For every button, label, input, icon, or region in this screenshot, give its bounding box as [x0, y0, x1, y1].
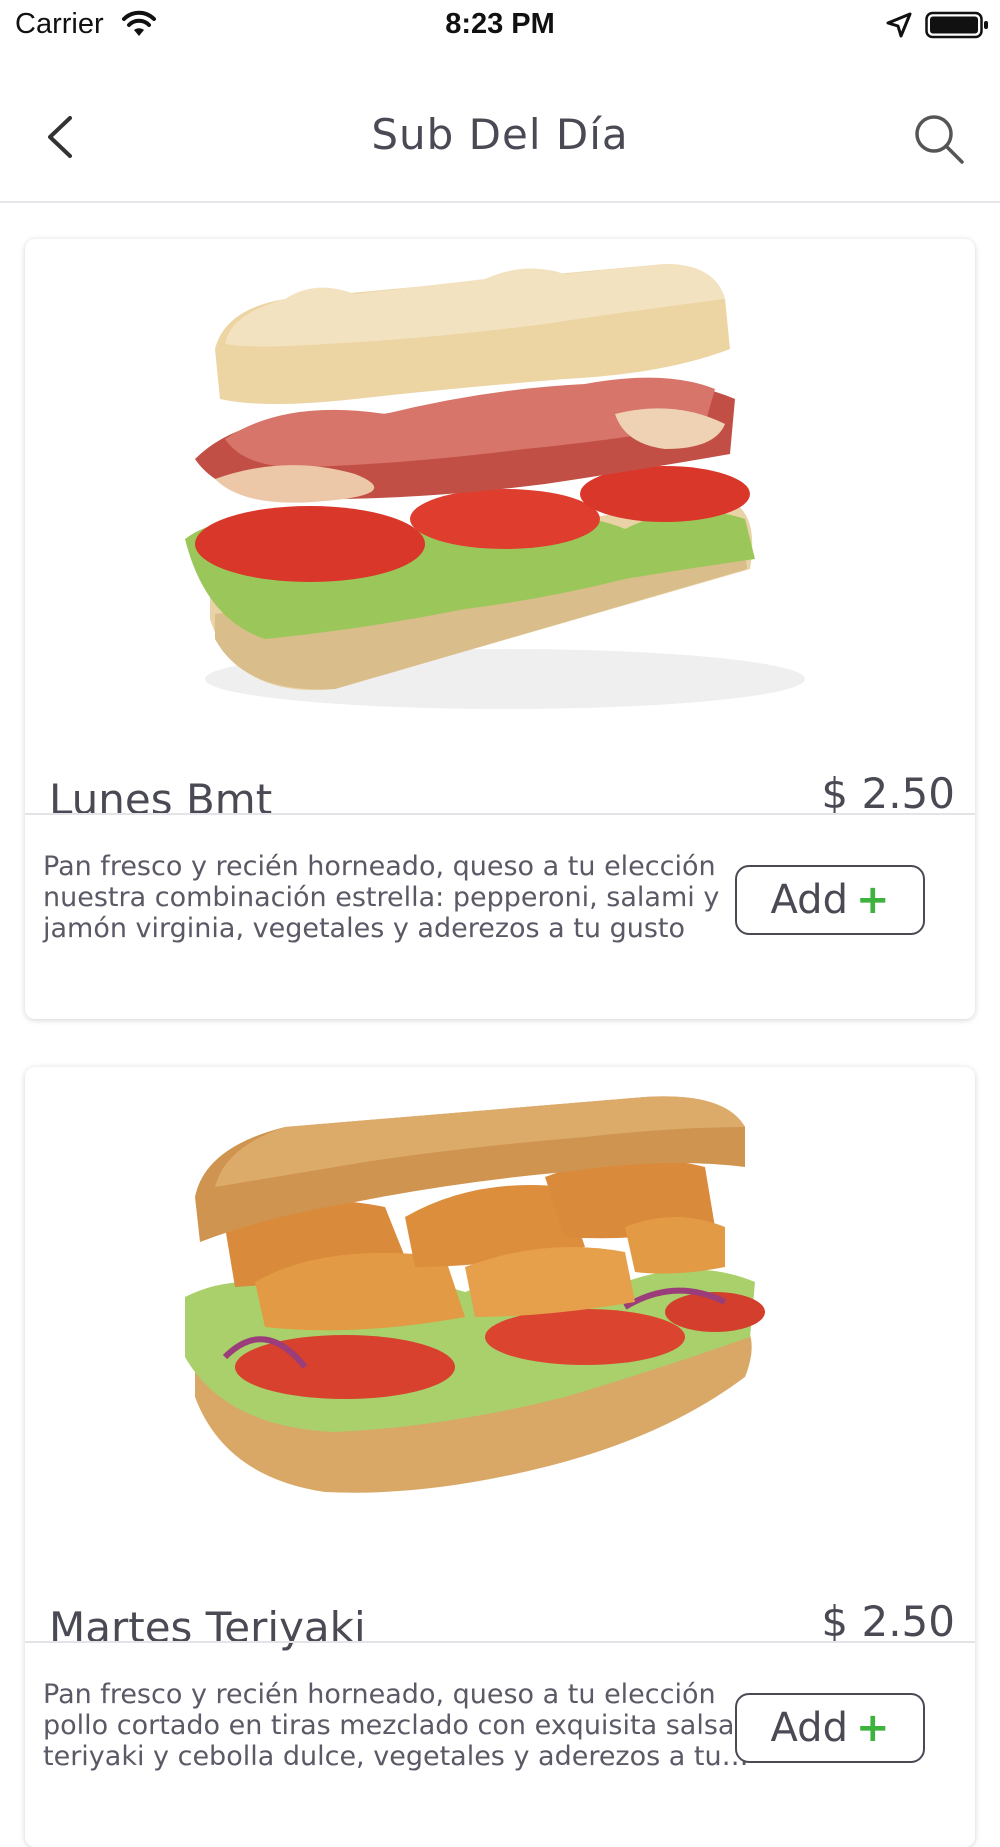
status-time: 8:23 PM	[445, 8, 555, 40]
page-title: Sub Del Día	[371, 110, 629, 159]
status-bar: Carrier 8:23 PM	[0, 0, 1000, 50]
add-button[interactable]: Add +	[735, 865, 925, 935]
add-button-label: Add	[770, 877, 848, 923]
battery-icon	[925, 11, 988, 39]
add-button-label: Add	[770, 1705, 848, 1751]
product-image	[25, 1067, 975, 1547]
product-card[interactable]: Martes Teriyaki $ 2.50 Pan fresco y reci…	[25, 1067, 975, 1847]
product-description: Pan fresco y recién horneado, queso a tu…	[43, 1679, 749, 1772]
product-name: Lunes Bmt	[49, 775, 273, 824]
add-button[interactable]: Add +	[735, 1693, 925, 1763]
product-name: Martes Teriyaki	[49, 1603, 366, 1652]
plus-icon: +	[855, 1705, 890, 1751]
product-image	[25, 239, 975, 719]
product-card[interactable]: Lunes Bmt $ 2.50 Pan fresco y recién hor…	[25, 239, 975, 1019]
plus-icon: +	[855, 877, 890, 923]
navigation-bar: Sub Del Día	[0, 60, 1000, 203]
card-divider	[25, 813, 975, 815]
location-arrow-icon	[886, 12, 912, 38]
product-price: $ 2.50	[821, 1597, 955, 1646]
product-price: $ 2.50	[821, 769, 955, 818]
search-icon[interactable]	[912, 112, 966, 166]
card-divider	[25, 1641, 975, 1643]
product-description: Pan fresco y recién horneado, queso a tu…	[43, 851, 720, 944]
